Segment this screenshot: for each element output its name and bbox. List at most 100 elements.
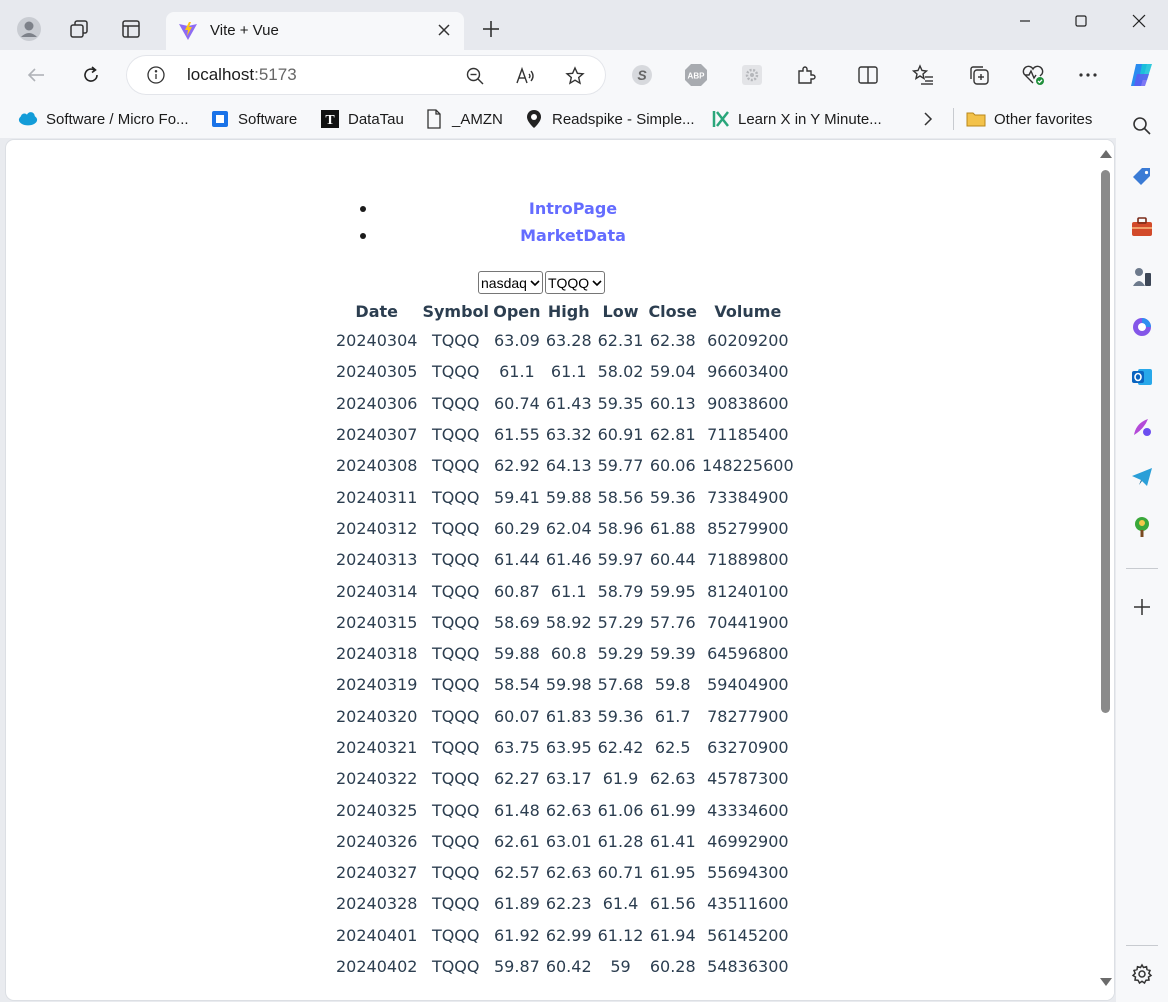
search-icon[interactable]	[1130, 114, 1154, 138]
vertical-tabs-icon[interactable]	[116, 14, 146, 44]
cell-date: 20240401	[336, 925, 418, 945]
favorite-item[interactable]: Software	[210, 108, 297, 130]
microsoft-365-icon[interactable]	[1130, 315, 1154, 339]
refresh-icon[interactable]	[76, 60, 106, 90]
cell-volume: 43511600	[707, 894, 789, 914]
gear-extension-icon[interactable]	[740, 63, 764, 87]
sidebar-settings-gear-icon[interactable]	[1130, 962, 1154, 986]
cell-date: 20240305	[336, 362, 418, 382]
s-extension-icon[interactable]: S	[630, 63, 654, 87]
favorite-star-icon[interactable]	[564, 65, 586, 87]
table-row: 20240401 TQQQ 61.92 62.99 61.12 61.94 56145200	[333, 920, 797, 951]
outlook-icon[interactable]	[1130, 365, 1154, 389]
cell-symbol: TQQQ	[431, 831, 480, 851]
cell-date: 20240306	[336, 393, 418, 413]
back-icon[interactable]	[21, 60, 51, 90]
cell-low: 59.36	[597, 706, 644, 726]
column-header-close: Close	[648, 301, 698, 321]
cell-high: 61.1	[550, 581, 587, 601]
readspike-shield-icon	[524, 109, 544, 129]
adblock-plus-icon[interactable]: ABP	[684, 63, 708, 87]
favorite-label: Software	[238, 110, 298, 128]
column-header-high: High	[547, 301, 590, 321]
collections-icon[interactable]	[967, 63, 991, 87]
table-row: 20240314 TQQQ 60.87 61.1 58.79 59.95 81240100	[333, 575, 797, 606]
designer-icon[interactable]	[1130, 415, 1154, 439]
cell-volume: 148225600	[702, 456, 794, 476]
nav-link-marketdata[interactable]: MarketData	[520, 226, 626, 245]
browser-tab[interactable]: Vite + Vue	[166, 12, 464, 50]
profile-avatar-icon[interactable]	[14, 14, 44, 44]
cell-low: 57.68	[597, 675, 644, 695]
zoom-icon[interactable]	[464, 65, 486, 87]
close-window-icon[interactable]	[1116, 6, 1162, 36]
cell-open: 60.74	[494, 393, 540, 413]
favorites-overflow-chevron-icon[interactable]	[922, 108, 934, 130]
symbol-select[interactable]: TQQQ	[544, 271, 606, 294]
favorite-item[interactable]: Readspike - Simple...	[524, 108, 695, 130]
cell-close: 62.5	[654, 738, 691, 757]
favorites-list-icon[interactable]	[911, 63, 935, 87]
exchange-select[interactable]: nasdaq	[478, 271, 543, 294]
cell-symbol: TQQQ	[431, 957, 480, 977]
vertical-scrollbar[interactable]	[1096, 140, 1114, 1000]
cell-high: 62.63	[545, 863, 592, 883]
scroll-up-arrow-icon[interactable]	[1100, 150, 1112, 158]
table-header-row: Date Symbol Open High Low Close Volume	[333, 297, 797, 325]
cell-volume: 96603400	[707, 362, 789, 382]
tree-icon[interactable]	[1130, 515, 1154, 539]
tab-close-icon[interactable]	[434, 20, 454, 40]
nav-link-intropage[interactable]: IntroPage	[529, 199, 617, 218]
more-menu-icon[interactable]	[1076, 63, 1100, 87]
cell-high: 63.95	[545, 738, 592, 757]
tools-briefcase-icon[interactable]	[1130, 215, 1154, 239]
cell-date: 20240308	[336, 456, 418, 476]
send-telegram-icon[interactable]	[1130, 465, 1154, 489]
minimize-icon[interactable]	[1002, 6, 1048, 36]
favorite-item[interactable]: _AMZN	[424, 108, 503, 130]
browser-essentials-icon[interactable]	[1021, 63, 1045, 87]
favorite-item[interactable]: Learn X in Y Minute...	[710, 108, 882, 130]
scroll-down-arrow-icon[interactable]	[1100, 978, 1112, 986]
favorite-label: _AMZN	[452, 110, 503, 128]
cell-volume: 59404900	[707, 675, 789, 695]
cell-high: 62.99	[545, 925, 592, 945]
shopping-tag-icon[interactable]	[1130, 165, 1154, 189]
cell-symbol: TQQQ	[431, 487, 480, 507]
add-sidebar-app-icon[interactable]	[1130, 595, 1154, 619]
cell-close: 61.88	[649, 518, 696, 538]
workspaces-icon[interactable]	[64, 14, 94, 44]
other-favorites[interactable]: Other favorites	[966, 108, 1092, 130]
copilot-icon[interactable]	[1127, 60, 1157, 90]
table-row: 20240326 TQQQ 62.61 63.01 61.28 61.41 46992900	[333, 826, 797, 857]
cell-open: 60.29	[494, 518, 540, 538]
nav-item: MarketData	[357, 225, 789, 252]
read-aloud-icon[interactable]	[515, 65, 537, 87]
table-row: 20240305 TQQQ 61.1 61.1 58.02 59.04 96603400	[333, 356, 797, 387]
cell-open: 63.09	[494, 331, 540, 351]
cell-symbol: TQQQ	[431, 581, 480, 601]
cell-volume: 43334600	[707, 800, 789, 820]
table-row: 20240304 TQQQ 63.09 63.28 62.31 62.38 60209200	[333, 325, 797, 356]
cell-date: 20240314	[336, 581, 418, 601]
cell-open: 61.1	[499, 362, 535, 382]
favorite-item[interactable]: Software / Micro Fo...	[18, 108, 189, 130]
cell-date: 20240315	[336, 612, 418, 632]
cell-volume: 78277900	[707, 706, 789, 726]
new-tab-icon[interactable]	[478, 16, 504, 42]
table-body: 20240304 TQQQ 63.09 63.28 62.31 62.38 60209200…	[333, 325, 797, 982]
cell-volume: 71889800	[707, 550, 789, 570]
address-bar[interactable]: localhost:5173	[126, 55, 606, 95]
maximize-icon[interactable]	[1058, 6, 1104, 36]
cell-close: 60.44	[649, 550, 696, 570]
games-chess-icon[interactable]	[1130, 265, 1154, 289]
scrollbar-thumb[interactable]	[1101, 170, 1110, 713]
address-url[interactable]: localhost:5173	[187, 65, 297, 85]
extensions-puzzle-icon[interactable]	[794, 63, 818, 87]
favorite-item[interactable]: T DataTau	[320, 108, 404, 130]
svg-text:T: T	[325, 113, 335, 128]
cell-close: 59.39	[649, 644, 696, 664]
split-screen-icon[interactable]	[856, 63, 880, 87]
site-info-icon[interactable]	[146, 65, 166, 85]
table-row: 20240325 TQQQ 61.48 62.63 61.06 61.99 43334600	[333, 794, 797, 825]
